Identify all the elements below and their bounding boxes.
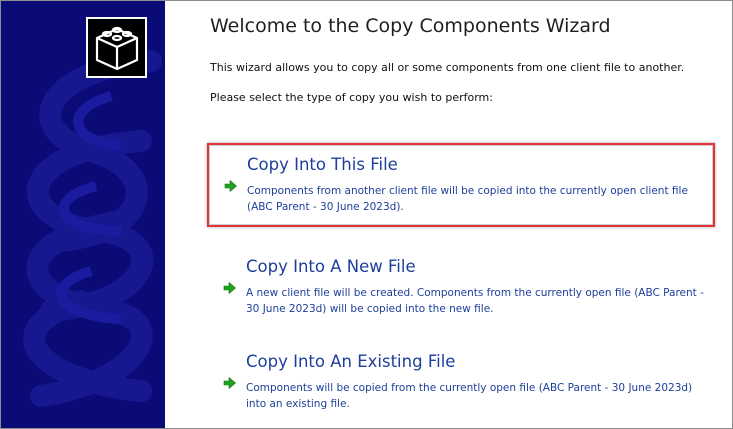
wizard-window: Welcome to the Copy Components Wizard Th… (0, 0, 733, 429)
option-description-line: A new client file will be created. Compo… (246, 287, 704, 299)
option-title: Copy Into A New File (246, 257, 416, 276)
option-description-line: Components will be copied from the curre… (246, 382, 693, 394)
option-title: Copy Into An Existing File (246, 352, 456, 371)
option-description-line: into an existing file. (246, 398, 350, 410)
option-copy-into-existing-file[interactable]: Copy Into An Existing File Components wi… (207, 341, 715, 425)
option-description: Components from another client file will… (247, 183, 717, 215)
option-copy-into-new-file[interactable]: Copy Into A New File A new client file w… (207, 246, 715, 330)
wizard-title: Welcome to the Copy Components Wizard (210, 15, 611, 37)
green-arrow-icon (223, 282, 236, 294)
intro-text: This wizard allows you to copy all or so… (210, 61, 685, 74)
wizard-sidebar (1, 1, 165, 428)
logo-box (86, 17, 147, 78)
green-arrow-icon (223, 377, 236, 389)
cube-logo-icon (95, 26, 139, 71)
option-title: Copy Into This File (247, 155, 398, 174)
option-description-line: 30 June 2023d) will be copied into the n… (246, 303, 494, 315)
wizard-content: Welcome to the Copy Components Wizard Th… (165, 1, 732, 428)
option-description-line: (ABC Parent - 30 June 2023d). (247, 201, 404, 213)
option-copy-into-this-file[interactable]: Copy Into This File Components from anot… (207, 143, 715, 227)
option-description: A new client file will be created. Compo… (246, 285, 716, 317)
green-arrow-icon (224, 180, 237, 192)
option-description-line: Components from another client file will… (247, 185, 688, 197)
option-description: Components will be copied from the curre… (246, 380, 716, 412)
instruction-text: Please select the type of copy you wish … (210, 91, 493, 104)
